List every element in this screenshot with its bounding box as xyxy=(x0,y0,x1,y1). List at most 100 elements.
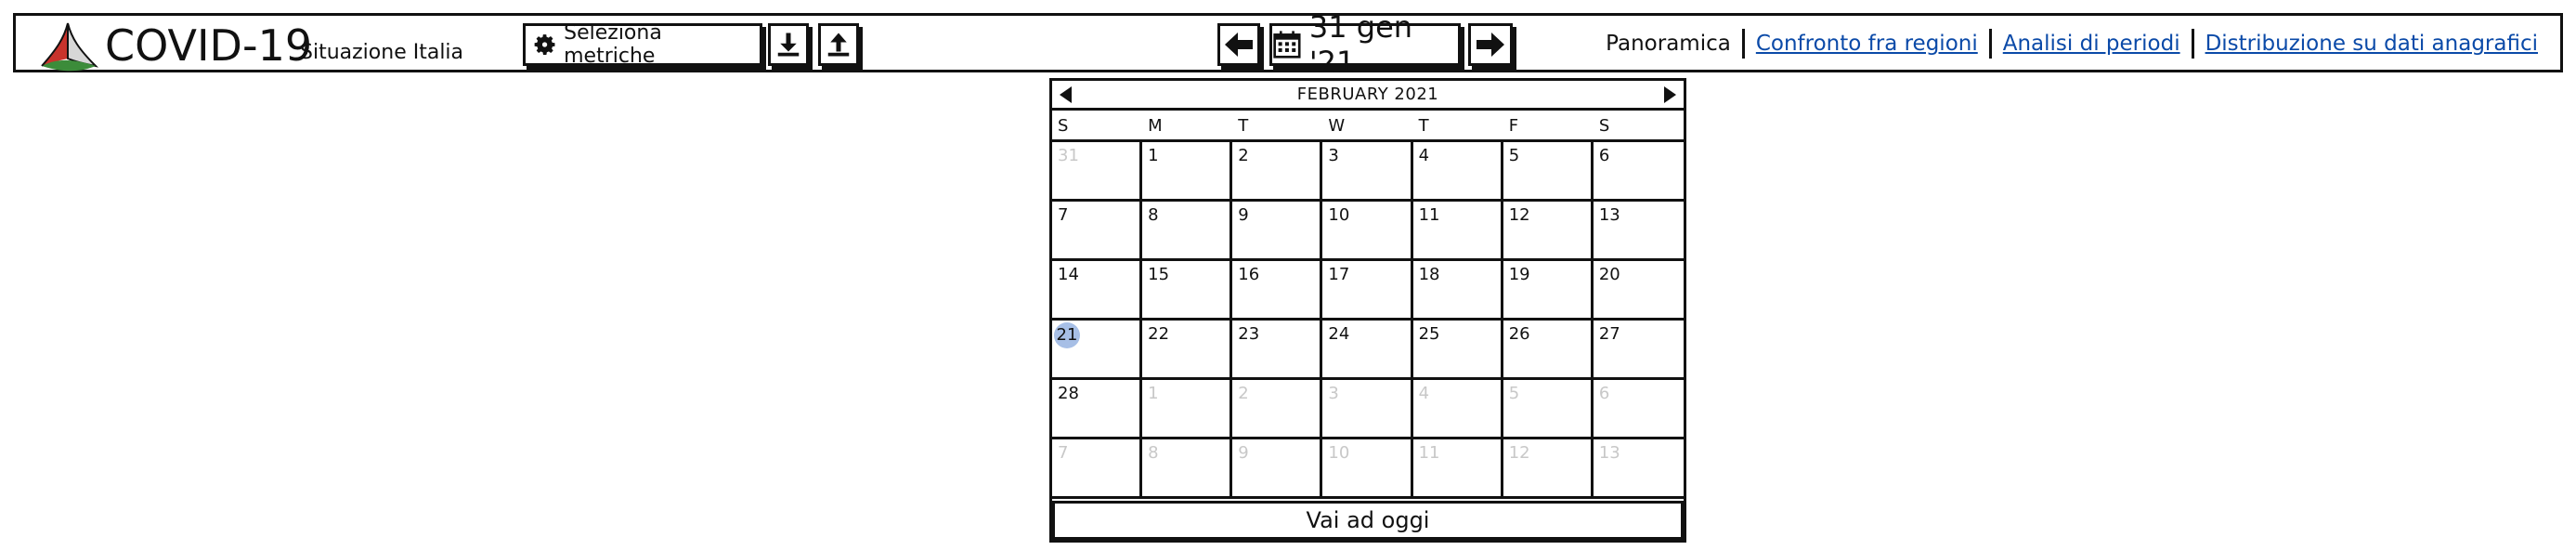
calendar-next-month-icon[interactable] xyxy=(1664,86,1676,103)
calendar-day-number: 23 xyxy=(1238,324,1260,344)
calendar-day[interactable]: 31 xyxy=(1052,142,1143,202)
weekday-label: T xyxy=(1418,116,1429,136)
calendar-day-number: 9 xyxy=(1238,205,1249,225)
calendar-day-number: 12 xyxy=(1508,443,1530,463)
calendar-day-number: 11 xyxy=(1418,205,1440,225)
calendar-day[interactable]: 11 xyxy=(1412,202,1503,261)
calendar-day[interactable]: 4 xyxy=(1412,142,1503,202)
calendar-day[interactable]: 8 xyxy=(1142,439,1233,499)
calendar-day[interactable]: 2 xyxy=(1232,142,1323,202)
app-subtitle: Situazione Italia xyxy=(300,41,464,64)
calendar-day[interactable]: 3 xyxy=(1322,142,1413,202)
calendar-day[interactable]: 18 xyxy=(1412,261,1503,321)
calendar-day[interactable]: 4 xyxy=(1412,380,1503,439)
calendar-day[interactable]: 25 xyxy=(1412,321,1503,380)
calendar-day-number: 20 xyxy=(1598,265,1620,284)
calendar-day[interactable]: 15 xyxy=(1142,261,1233,321)
calendar-day-number: 13 xyxy=(1598,205,1620,225)
select-metrics-button[interactable]: Seleziona metriche xyxy=(523,21,762,68)
calendar-day[interactable]: 9 xyxy=(1232,439,1323,499)
calendar-day[interactable]: 13 xyxy=(1593,439,1684,499)
nav-item-panoramica[interactable]: Panoramica xyxy=(1594,30,1742,58)
calendar-day-number: 25 xyxy=(1418,324,1440,344)
calendar-day[interactable]: 9 xyxy=(1232,202,1323,261)
calendar-icon xyxy=(1273,31,1301,59)
calendar-day[interactable]: 3 xyxy=(1322,380,1413,439)
calendar-day[interactable]: 5 xyxy=(1503,380,1594,439)
calendar-day[interactable]: 8 xyxy=(1142,202,1233,261)
calendar-popup: FEBRUARY 2021 SMTWTFS 31 1 2 3 4 5 6 7 8 9 10 11 12 1… xyxy=(1049,78,1686,543)
weekday-label: S xyxy=(1598,116,1610,136)
calendar-day-number: 13 xyxy=(1598,443,1620,463)
calendar-day[interactable]: 1 xyxy=(1142,380,1233,439)
calendar-day[interactable]: 1 xyxy=(1142,142,1233,202)
gear-icon xyxy=(534,34,555,56)
top-bar: COVID-19 Situazione Italia Seleziona met… xyxy=(13,9,2563,80)
next-date-button[interactable] xyxy=(1468,23,1513,66)
calendar-day[interactable]: 26 xyxy=(1503,321,1594,380)
calendar-day[interactable]: 27 xyxy=(1593,321,1684,380)
calendar-day[interactable]: 11 xyxy=(1412,439,1503,499)
calendar-day-number: 16 xyxy=(1238,265,1260,284)
calendar-day-number: 3 xyxy=(1328,384,1339,403)
calendar-day[interactable]: 17 xyxy=(1322,261,1413,321)
calendar-day-number: 28 xyxy=(1058,384,1079,403)
calendar-day-number: 26 xyxy=(1508,324,1530,344)
calendar-day-number: 15 xyxy=(1148,265,1170,284)
download-button[interactable] xyxy=(768,23,809,66)
weekday-label: S xyxy=(1058,116,1069,136)
calendar-day-number: 5 xyxy=(1508,146,1520,165)
calendar-day[interactable]: 10 xyxy=(1322,202,1413,261)
calendar-day[interactable]: 2 xyxy=(1232,380,1323,439)
calendar-day[interactable]: 6 xyxy=(1593,380,1684,439)
calendar-day-number: 1 xyxy=(1148,384,1159,403)
download-icon xyxy=(777,33,800,57)
upload-button[interactable] xyxy=(818,23,859,66)
calendar-day[interactable]: 22 xyxy=(1142,321,1233,380)
calendar-day[interactable]: 12 xyxy=(1503,202,1594,261)
app-title: COVID-19 xyxy=(105,20,313,71)
calendar-day[interactable]: 19 xyxy=(1503,261,1594,321)
calendar-day[interactable]: 14 xyxy=(1052,261,1143,321)
calendar-day[interactable]: 7 xyxy=(1052,202,1143,261)
calendar-day[interactable]: 24 xyxy=(1322,321,1413,380)
calendar-day-number: 22 xyxy=(1148,324,1170,344)
covid-logo-icon xyxy=(41,22,99,72)
calendar-day[interactable]: 23 xyxy=(1232,321,1323,380)
calendar-day-selected[interactable]: 21 xyxy=(1052,321,1143,380)
calendar-day-number: 10 xyxy=(1328,205,1350,225)
calendar-day-number: 10 xyxy=(1328,443,1350,463)
calendar-days-grid: 31 1 2 3 4 5 6 7 8 9 10 11 12 13 14 15 16 17 18 19 20 21 22 23 2… xyxy=(1052,142,1684,499)
calendar-day-number: 11 xyxy=(1418,443,1440,463)
calendar-day-number: 9 xyxy=(1238,443,1249,463)
calendar-day-number: 1 xyxy=(1148,146,1159,165)
calendar-day-number: 5 xyxy=(1508,384,1520,403)
calendar-day[interactable]: 16 xyxy=(1232,261,1323,321)
weekday-label: W xyxy=(1328,116,1346,136)
calendar-day[interactable]: 7 xyxy=(1052,439,1143,499)
current-date-label: 31 gen '21 xyxy=(1308,9,1413,80)
calendar-day[interactable]: 5 xyxy=(1503,142,1594,202)
calendar-day[interactable]: 20 xyxy=(1593,261,1684,321)
nav-item-distribuzione-anagrafici[interactable]: Distribuzione su dati anagrafici xyxy=(2194,30,2549,58)
go-to-today-button[interactable]: Vai ad oggi xyxy=(1052,501,1684,540)
calendar-day-number: 6 xyxy=(1598,384,1610,403)
calendar-day[interactable]: 10 xyxy=(1322,439,1413,499)
previous-date-button[interactable] xyxy=(1217,23,1260,66)
nav-item-confronto-regioni[interactable]: Confronto fra regioni xyxy=(1745,30,1989,58)
calendar-day-number: 27 xyxy=(1598,324,1620,344)
main-nav: Panoramica Confronto fra regioni Analisi… xyxy=(1594,29,2549,59)
upload-icon xyxy=(827,33,850,57)
calendar-day-number: 3 xyxy=(1328,146,1339,165)
calendar-day[interactable]: 28 xyxy=(1052,380,1143,439)
calendar-prev-month-icon[interactable] xyxy=(1060,86,1072,103)
nav-item-analisi-periodi[interactable]: Analisi di periodi xyxy=(1992,30,2192,58)
calendar-month-label: FEBRUARY 2021 xyxy=(1296,85,1439,104)
calendar-day[interactable]: 12 xyxy=(1503,439,1594,499)
calendar-day-number: 8 xyxy=(1148,443,1159,463)
calendar-day-number: 4 xyxy=(1418,384,1430,403)
date-picker-button[interactable]: 31 gen '21 xyxy=(1269,9,1461,80)
calendar-day[interactable]: 13 xyxy=(1593,202,1684,261)
calendar-day[interactable]: 6 xyxy=(1593,142,1684,202)
calendar-day-number: 8 xyxy=(1148,205,1159,225)
